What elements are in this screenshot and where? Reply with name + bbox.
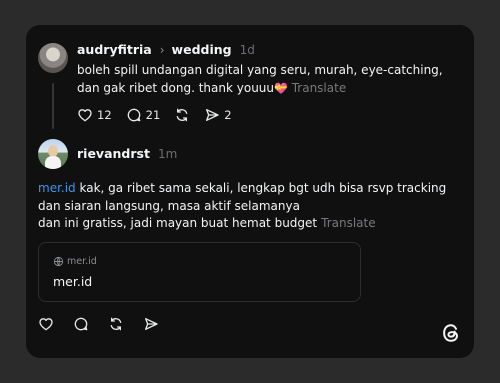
link-title: mer.id <box>53 274 93 289</box>
comment-icon <box>74 317 88 331</box>
reply-button[interactable]: 21 <box>126 107 161 123</box>
like-button[interactable]: 12 <box>77 107 112 123</box>
post-actions: 12 21 2 <box>77 107 246 123</box>
avatar-torso <box>45 156 61 169</box>
reply-count: 21 <box>145 108 161 122</box>
like-count: 12 <box>97 108 112 122</box>
reply-body-line2: dan ini gratiss, jadi mayan buat hemat b… <box>38 216 318 230</box>
reply-body-line1: kak, ga ribet sama sekali, lengkap bgt u… <box>38 181 447 213</box>
link-domain: mer.id <box>53 256 97 267</box>
heart-emoji-icon: 💝 <box>274 81 288 95</box>
post-body: boleh spill undangan digital yang seru, … <box>77 63 443 95</box>
threads-logo-icon[interactable] <box>440 322 462 344</box>
reply-actions <box>38 316 178 332</box>
avatar[interactable] <box>38 43 68 73</box>
reply-timestamp[interactable]: 1m <box>158 147 177 161</box>
heart-icon <box>78 109 92 122</box>
share-button[interactable] <box>143 316 159 332</box>
post-timestamp[interactable]: 1d <box>240 43 255 57</box>
post-text: boleh spill undangan digital yang seru, … <box>77 62 461 97</box>
reply-header: rievandrst 1m <box>77 146 177 161</box>
share-button[interactable]: 2 <box>204 107 232 123</box>
globe-icon <box>53 256 64 267</box>
share-count: 2 <box>224 108 232 122</box>
repost-button[interactable] <box>108 316 124 332</box>
link-preview-card[interactable]: mer.id mer.id <box>38 242 361 302</box>
repost-icon <box>110 317 122 331</box>
post-username[interactable]: audryfitria <box>77 42 152 57</box>
repost-button[interactable] <box>174 107 190 123</box>
reply-button[interactable] <box>73 316 89 332</box>
translate-link[interactable]: Translate <box>292 81 347 95</box>
like-button[interactable] <box>38 316 54 332</box>
comment-icon <box>127 108 140 122</box>
heart-icon <box>39 318 53 331</box>
repost-icon <box>176 108 188 122</box>
reply-text: mer.id kak, ga ribet sama sekali, lengka… <box>38 180 466 233</box>
mention-link[interactable]: mer.id <box>38 181 76 195</box>
thread-connector-line <box>52 83 54 129</box>
send-icon <box>145 318 158 330</box>
send-icon <box>206 109 219 121</box>
post-header: audryfitria › wedding 1d <box>77 42 255 57</box>
link-domain-text: mer.id <box>67 256 97 267</box>
reply-username[interactable]: rievandrst <box>77 146 150 161</box>
post-topic-tag[interactable]: wedding <box>172 42 232 57</box>
avatar[interactable] <box>38 139 68 169</box>
chevron-right-icon: › <box>159 43 165 57</box>
translate-link[interactable]: Translate <box>321 216 376 230</box>
